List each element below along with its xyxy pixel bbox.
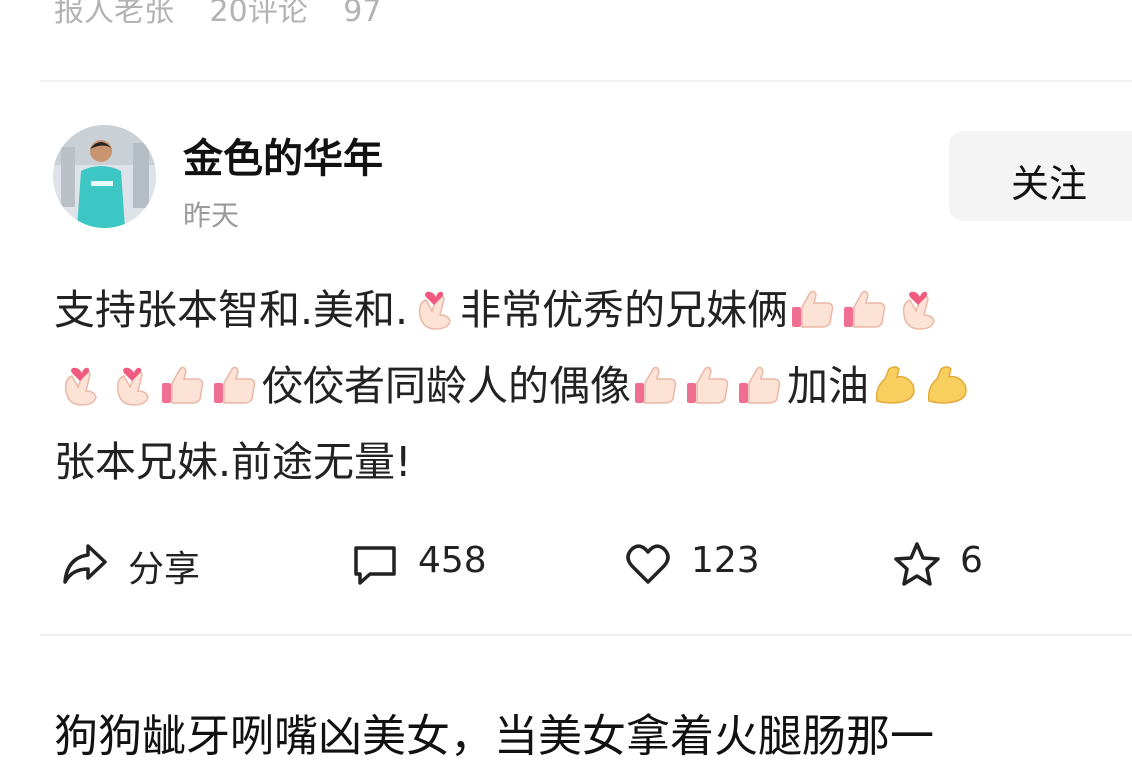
post-content[interactable]: 支持张本智和.美和. 非常优秀的兄妹俩 佼佼者同龄人的偶像 加油 张本兄妹.前途无量…	[54, 272, 1124, 500]
thumbs-up-emoji	[790, 285, 838, 333]
avatar-image	[53, 125, 156, 228]
post-author-name[interactable]: 金色的华年	[183, 126, 383, 184]
star-icon	[894, 542, 940, 586]
previous-post-meta: 报人老张 20评论 97	[54, 0, 407, 30]
previous-post-author: 报人老张	[54, 0, 174, 29]
avatar[interactable]	[53, 125, 156, 228]
like-count: 123	[691, 540, 760, 581]
flexed-biceps-emoji	[923, 361, 971, 409]
finger-heart-emoji	[894, 285, 942, 333]
finger-heart-emoji	[410, 285, 458, 333]
next-post-title[interactable]: 狗狗龇牙咧嘴凶美女，当美女拿着火腿肠那一	[54, 700, 934, 764]
thumbs-up-emoji	[842, 285, 890, 333]
divider	[40, 80, 1132, 82]
content-line-3: 张本兄妹.前途无量!	[54, 438, 412, 486]
follow-button[interactable]: 关注	[949, 131, 1132, 221]
share-label: 分享	[128, 549, 201, 590]
content-text: 加油	[787, 362, 869, 410]
comment-count: 458	[418, 540, 487, 581]
thumbs-up-emoji	[160, 361, 208, 409]
finger-heart-emoji	[108, 361, 156, 409]
comment-icon	[354, 546, 396, 585]
favorite-count: 6	[960, 540, 983, 581]
content-text: 佼佼者同龄人的偶像	[262, 362, 631, 410]
finger-heart-emoji	[56, 361, 104, 409]
thumbs-up-emoji	[685, 361, 733, 409]
share-icon	[63, 544, 107, 584]
content-text: 非常优秀的兄妹俩	[460, 286, 789, 334]
content-text: 支持张本智和.美和.	[54, 286, 409, 334]
divider	[40, 634, 1132, 636]
thumbs-up-emoji	[212, 361, 260, 409]
thumbs-up-emoji	[737, 361, 785, 409]
follow-label: 关注	[1011, 162, 1088, 206]
content-line-1: 支持张本智和.美和. 非常优秀的兄妹俩	[54, 272, 1124, 348]
flexed-biceps-emoji	[871, 361, 919, 409]
previous-post-comments: 20评论	[209, 0, 308, 29]
post-time: 昨天	[183, 199, 240, 232]
thumbs-up-emoji	[633, 361, 681, 409]
previous-post-extra: 97	[343, 0, 382, 29]
content-line-2: 佼佼者同龄人的偶像 加油	[54, 348, 1124, 424]
heart-icon	[626, 544, 670, 584]
